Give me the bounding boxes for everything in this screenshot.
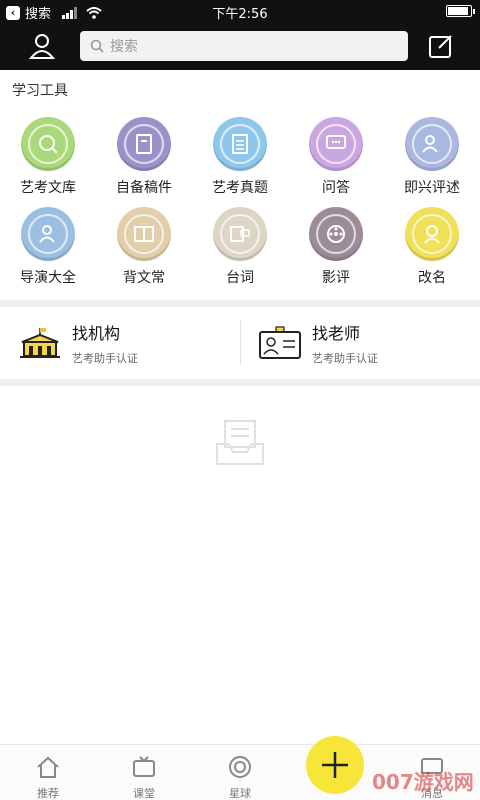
add-post-button[interactable] bbox=[306, 736, 364, 794]
search-icon bbox=[90, 39, 104, 53]
find-row-separator bbox=[240, 321, 241, 365]
tool-icon-bubble bbox=[309, 117, 363, 171]
tab-label: 星球 bbox=[229, 787, 251, 800]
tool-icon-bubble bbox=[21, 117, 75, 171]
tool-icon-bubble bbox=[213, 207, 267, 261]
find-row: 找机构 艺考助手认证 找老师 艺考助手认证 bbox=[0, 307, 480, 379]
tool-item-rename[interactable]: 改名 bbox=[384, 207, 480, 287]
film-reel-icon bbox=[316, 214, 356, 254]
tool-label: 问答 bbox=[322, 180, 350, 196]
tab-planet[interactable]: 星球 bbox=[192, 755, 288, 800]
tool-icon-bubble bbox=[21, 207, 75, 261]
tab-label: 推荐 bbox=[37, 787, 59, 800]
tool-item-lines[interactable]: 台词 bbox=[192, 207, 288, 287]
section-title: 学习工具 bbox=[12, 83, 68, 99]
tool-label: 背文常 bbox=[123, 270, 165, 286]
tool-label: 艺考文库 bbox=[20, 180, 76, 196]
tool-item-film-review[interactable]: 影评 bbox=[288, 207, 384, 287]
tab-label: 课堂 bbox=[133, 787, 155, 800]
tool-label: 台词 bbox=[226, 270, 254, 286]
director-icon bbox=[28, 214, 68, 254]
institution-building-icon bbox=[20, 328, 60, 358]
book-search-icon bbox=[28, 124, 68, 164]
empty-inbox-icon bbox=[216, 420, 264, 465]
search-input[interactable]: 搜索 bbox=[80, 31, 408, 61]
find-teacher-button[interactable]: 找老师 艺考助手认证 bbox=[258, 307, 378, 379]
teacher-id-card-icon bbox=[259, 326, 301, 359]
tool-label: 即兴评述 bbox=[404, 180, 460, 196]
home-icon bbox=[37, 756, 59, 778]
plus-icon bbox=[322, 752, 348, 778]
tool-icon-bubble bbox=[117, 207, 171, 261]
status-time: 下午2:56 bbox=[212, 7, 268, 22]
watermark: 007游戏网 bbox=[372, 770, 474, 794]
find-institution-button[interactable]: 找机构 艺考助手认证 bbox=[18, 307, 138, 379]
tool-label: 艺考真题 bbox=[212, 180, 268, 196]
user-profile-icon[interactable] bbox=[28, 32, 56, 60]
script-icon bbox=[220, 214, 260, 254]
tool-item-self-drafts[interactable]: 自备稿件 bbox=[96, 117, 192, 197]
tool-label: 导演大全 bbox=[20, 270, 76, 286]
section-divider bbox=[0, 300, 480, 307]
document-icon bbox=[220, 124, 260, 164]
tool-icon-bubble bbox=[213, 117, 267, 171]
find-institution-title: 找机构 bbox=[72, 324, 121, 343]
tool-label: 影评 bbox=[322, 270, 350, 286]
tv-icon bbox=[133, 756, 155, 777]
top-header: 搜索 bbox=[0, 22, 480, 70]
chat-icon bbox=[316, 124, 356, 164]
tool-item-past-exams[interactable]: 艺考真题 bbox=[192, 117, 288, 197]
find-teacher-title: 找老师 bbox=[312, 324, 361, 343]
find-teacher-subtitle: 艺考助手认证 bbox=[312, 352, 378, 365]
tool-icon-bubble bbox=[309, 207, 363, 261]
battery-icon bbox=[446, 5, 475, 17]
tool-label: 自备稿件 bbox=[116, 180, 172, 196]
planet-icon bbox=[229, 756, 251, 778]
tool-item-impromptu[interactable]: 即兴评述 bbox=[384, 117, 480, 197]
tool-item-recite[interactable]: 背文常 bbox=[96, 207, 192, 287]
art-book-icon bbox=[124, 214, 164, 254]
section-divider bbox=[0, 379, 480, 386]
tool-icon-bubble bbox=[405, 117, 459, 171]
tool-item-director[interactable]: 导演大全 bbox=[0, 207, 96, 287]
tab-classroom[interactable]: 课堂 bbox=[96, 755, 192, 800]
name-badge-icon bbox=[412, 214, 452, 254]
speaker-icon bbox=[412, 124, 452, 164]
tool-item-art-library[interactable]: 艺考文库 bbox=[0, 117, 96, 197]
tool-label: 改名 bbox=[418, 270, 446, 286]
status-bar: ‹ 搜索 下午2:56 bbox=[0, 0, 480, 22]
compose-icon[interactable] bbox=[428, 33, 454, 59]
tool-icon-bubble bbox=[405, 207, 459, 261]
notebook-icon bbox=[124, 124, 164, 164]
tab-recommend[interactable]: 推荐 bbox=[0, 755, 96, 800]
tool-item-qa[interactable]: 问答 bbox=[288, 117, 384, 197]
tool-icon-bubble bbox=[117, 117, 171, 171]
find-institution-subtitle: 艺考助手认证 bbox=[72, 352, 138, 365]
search-placeholder: 搜索 bbox=[110, 39, 138, 55]
